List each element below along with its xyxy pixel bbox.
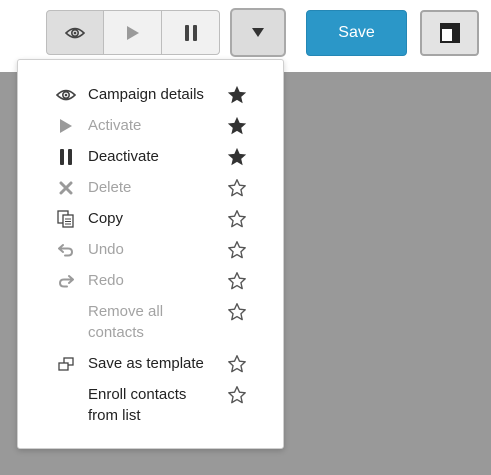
star-filled-icon[interactable]	[226, 146, 248, 168]
layout-icon	[439, 23, 460, 43]
caret-down-icon	[252, 28, 264, 37]
save-button[interactable]: Save	[306, 10, 407, 56]
menu-item-label: Delete	[88, 179, 132, 196]
close-icon	[56, 178, 76, 198]
menu-item-label: Enroll contacts from list	[88, 384, 186, 426]
star-outline-icon[interactable]	[226, 239, 248, 261]
deactivate-button[interactable]	[162, 10, 220, 55]
star-filled-icon[interactable]	[226, 84, 248, 106]
activate-button[interactable]	[104, 10, 162, 55]
action-button-group	[46, 10, 222, 55]
menu-item-label: Activate	[88, 117, 142, 134]
menu-item-label: Copy	[88, 210, 124, 227]
menu-item-label-line-1: Enroll contacts	[88, 386, 187, 403]
pause-icon	[184, 24, 197, 41]
menu-item-label: Save as template	[88, 355, 204, 372]
copy-icon	[56, 209, 76, 229]
star-outline-icon[interactable]	[226, 208, 248, 230]
star-outline-icon[interactable]	[226, 301, 248, 323]
star-filled-icon[interactable]	[226, 115, 248, 137]
redo-icon	[56, 271, 76, 291]
pause-icon	[56, 147, 76, 167]
menu-item-label: Redo	[88, 272, 124, 289]
play-icon	[126, 25, 139, 40]
menu-item-label-line-2: from list	[88, 407, 141, 424]
star-outline-icon[interactable]	[226, 353, 248, 375]
star-outline-icon[interactable]	[226, 177, 248, 199]
view-button[interactable]	[46, 10, 104, 55]
eye-icon	[65, 27, 85, 38]
menu-item-label-line-2: contacts	[88, 324, 144, 341]
more-actions-menu: Campaign details Activate Deactivate Del…	[17, 59, 284, 449]
more-actions-dropdown-button[interactable]	[230, 8, 286, 57]
star-outline-icon[interactable]	[226, 384, 248, 406]
play-icon	[56, 116, 76, 136]
menu-item-label-line-1: Remove all	[88, 303, 164, 320]
eye-icon	[56, 85, 76, 105]
template-icon	[56, 354, 76, 374]
menu-item-label: Deactivate	[88, 148, 159, 165]
menu-item-label: Remove all contacts	[88, 301, 163, 343]
menu-item-label: Undo	[88, 241, 124, 258]
layout-toggle-button[interactable]	[420, 10, 479, 56]
star-outline-icon[interactable]	[226, 270, 248, 292]
menu-item-label: Campaign details	[88, 86, 204, 103]
undo-icon	[56, 240, 76, 260]
